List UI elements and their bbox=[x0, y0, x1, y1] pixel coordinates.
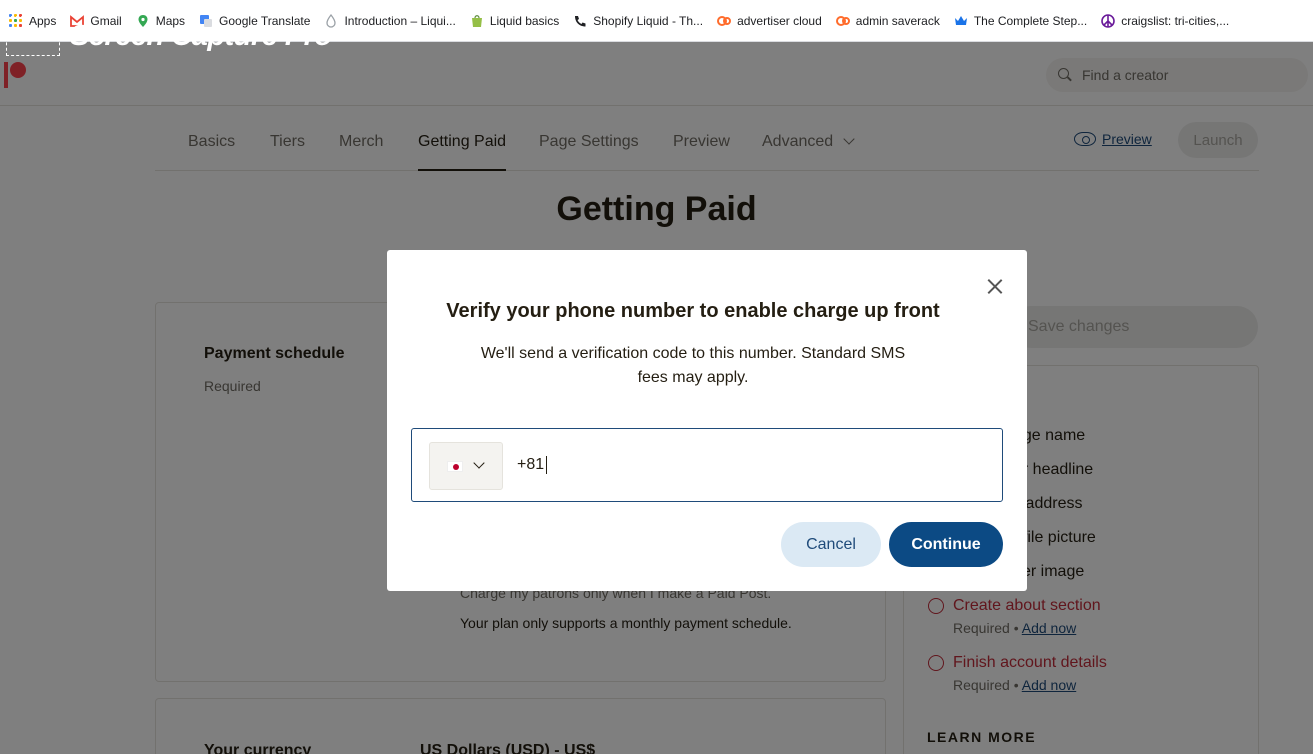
cancel-button[interactable]: Cancel bbox=[781, 522, 881, 567]
bookmark-label: Google Translate bbox=[219, 13, 311, 28]
bookmark-advertiser-cloud[interactable]: advertiser cloud bbox=[710, 0, 829, 41]
chevron-down-icon bbox=[473, 457, 485, 469]
bookmark-label: advertiser cloud bbox=[737, 13, 822, 28]
apps-grid-icon bbox=[9, 13, 23, 28]
phone-number-input[interactable] bbox=[517, 451, 987, 479]
bookmarks-bar: Apps Gmail Maps Google Translate Introdu… bbox=[0, 0, 1313, 42]
bookmark-label: Introduction – Liqui... bbox=[344, 13, 456, 28]
bookmark-gmail[interactable]: Gmail bbox=[63, 0, 128, 41]
continue-button[interactable]: Continue bbox=[889, 522, 1003, 567]
bookmark-google-translate[interactable]: Google Translate bbox=[192, 0, 317, 41]
bookmark-label: craigslist: tri-cities,... bbox=[1121, 13, 1230, 28]
maps-pin-icon bbox=[138, 14, 148, 27]
bookmark-label: Shopify Liquid - Th... bbox=[593, 13, 704, 28]
dialog-title: Verify your phone number to enable charg… bbox=[446, 300, 940, 322]
bookmark-label: admin saverack bbox=[855, 13, 940, 28]
bookmark-liquid-basics[interactable]: Liquid basics bbox=[463, 0, 566, 41]
bookmark-label: Apps bbox=[29, 13, 57, 28]
cpanel-icon bbox=[717, 15, 732, 26]
phone-number-field[interactable] bbox=[411, 428, 1003, 502]
bookmark-shopify-liquid[interactable]: Shopify Liquid - Th... bbox=[566, 0, 710, 41]
bookmark-label: Liquid basics bbox=[489, 13, 560, 28]
translate-icon bbox=[200, 14, 213, 27]
shopify-bag-icon bbox=[471, 14, 482, 27]
bookmark-liquid-intro[interactable]: Introduction – Liqui... bbox=[317, 0, 462, 41]
droplet-icon bbox=[326, 13, 337, 28]
dialog-description: We'll send a verification code to this n… bbox=[480, 345, 906, 386]
bookmark-complete-step[interactable]: The Complete Step... bbox=[947, 0, 1094, 41]
bookmark-maps[interactable]: Maps bbox=[129, 0, 192, 41]
verify-phone-dialog: Verify your phone number to enable charg… bbox=[387, 250, 1027, 591]
text-cursor bbox=[546, 456, 547, 474]
bookmark-admin-saverack[interactable]: admin saverack bbox=[829, 0, 947, 41]
bookmark-apps[interactable]: Apps bbox=[2, 0, 63, 41]
bookmark-label: Maps bbox=[155, 13, 186, 28]
close-icon[interactable] bbox=[986, 277, 1004, 295]
gmail-icon bbox=[70, 14, 85, 27]
peace-icon bbox=[1101, 13, 1116, 28]
crown-icon bbox=[954, 15, 967, 25]
country-code-select[interactable] bbox=[429, 442, 503, 490]
japan-flag-icon bbox=[447, 460, 463, 472]
phone-icon bbox=[575, 15, 586, 26]
bookmark-label: The Complete Step... bbox=[973, 13, 1088, 28]
cpanel-icon bbox=[835, 15, 850, 26]
bookmark-label: Gmail bbox=[90, 13, 122, 28]
bookmark-craigslist[interactable]: craigslist: tri-cities,... bbox=[1094, 0, 1236, 41]
